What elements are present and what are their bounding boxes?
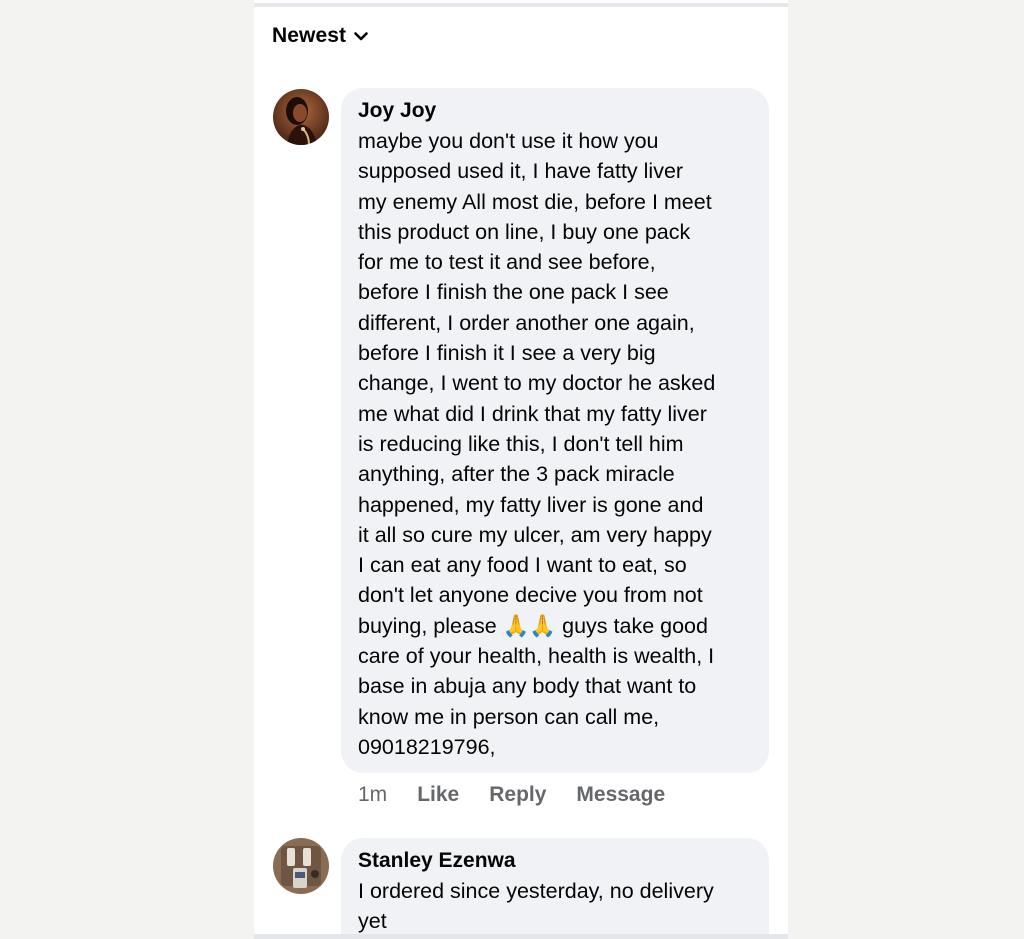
comments-panel: Newest Joy Joy maybe you don't use it ho… [254,0,788,939]
like-button[interactable]: Like [417,783,459,807]
comment-timestamp[interactable]: 1m [358,783,387,807]
sort-label: Newest [272,24,347,47]
avatar[interactable] [273,89,329,145]
top-divider [254,3,788,7]
comment-text: maybe you don't use it how you supposed … [358,129,716,759]
sort-dropdown[interactable]: Newest [272,24,370,48]
comment-actions: 1m Like Reply Message [358,783,695,807]
comment-bubble: Joy Joy maybe you don't use it how you s… [341,88,769,773]
bottom-divider [254,934,788,939]
message-button[interactable]: Message [576,783,665,807]
avatar[interactable] [273,838,329,894]
comment-author[interactable]: Joy Joy [358,98,753,124]
chevron-down-icon [354,32,368,41]
comment-bubble: Stanley Ezenwa I ordered since yesterday… [341,838,769,939]
avatar-image [273,89,329,145]
avatar-image [273,838,329,894]
comment-text: I ordered since yesterday, no delivery y… [358,879,714,934]
reply-button[interactable]: Reply [489,783,546,807]
comment-author[interactable]: Stanley Ezenwa [358,848,753,874]
